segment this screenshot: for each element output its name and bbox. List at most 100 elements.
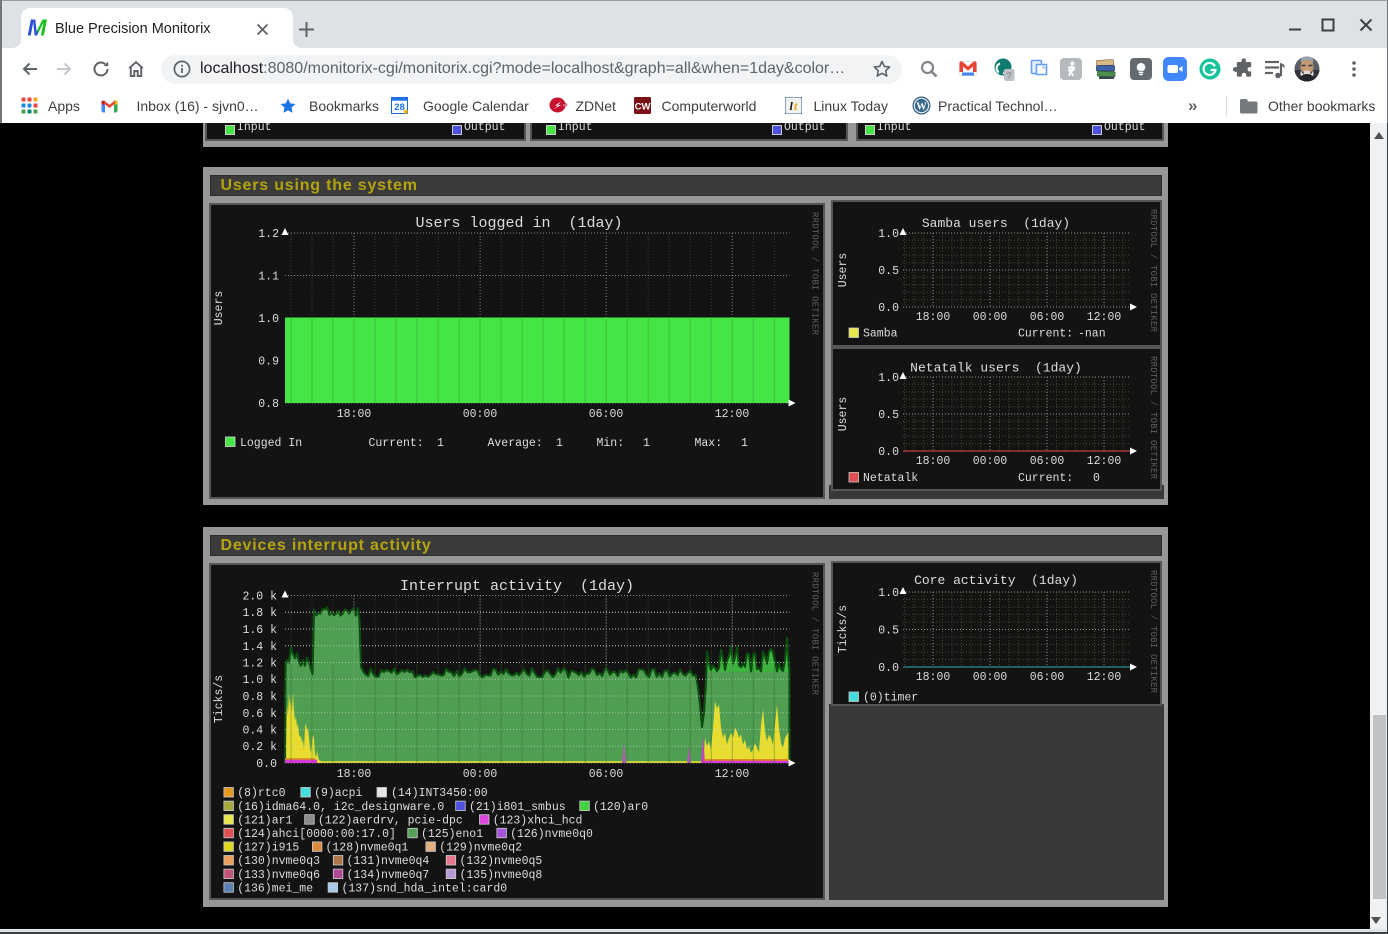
svg-text:00:00: 00:00: [463, 768, 498, 781]
svg-text:0.5: 0.5: [878, 625, 899, 638]
svg-text:1.8 k: 1.8 k: [242, 607, 277, 620]
svg-text:18:00: 18:00: [337, 768, 372, 781]
svg-text:06:00: 06:00: [1030, 671, 1065, 684]
svg-text:1: 1: [437, 437, 444, 450]
svg-text:18:00: 18:00: [916, 671, 951, 684]
svg-text:(14)INT3450:00: (14)INT3450:00: [391, 787, 488, 800]
svg-text:(134)nvme0q7: (134)nvme0q7: [347, 869, 430, 882]
svg-text:06:00: 06:00: [1030, 455, 1065, 468]
svg-text:1.2: 1.2: [258, 228, 279, 241]
svg-text:2.0 k: 2.0 k: [242, 591, 277, 604]
svg-text:00:00: 00:00: [973, 455, 1008, 468]
svg-text:(126)nvme0q0: (126)nvme0q0: [510, 828, 593, 841]
svg-text:06:00: 06:00: [589, 768, 624, 781]
svg-text:18:00: 18:00: [916, 311, 951, 324]
svg-text:NET: NET: [563, 103, 568, 108]
svg-text:Core activity (1day): Core activity (1day): [914, 573, 1078, 588]
svg-text:00:00: 00:00: [463, 408, 498, 421]
svg-text:18:00: 18:00: [337, 408, 372, 421]
svg-text:0.5: 0.5: [878, 265, 899, 278]
svg-text:Users logged in (1day): Users logged in (1day): [415, 215, 622, 232]
svg-text:12:00: 12:00: [1087, 671, 1122, 684]
svg-text:(124)ahci[0000:00:17.0]: (124)ahci[0000:00:17.0]: [237, 828, 396, 841]
svg-text:0.9: 0.9: [258, 356, 279, 369]
svg-text:RRDTOOL / TOBI OETIKER: RRDTOOL / TOBI OETIKER: [1148, 570, 1158, 694]
svg-text:1.4 k: 1.4 k: [242, 641, 277, 654]
svg-text:0.8 k: 0.8 k: [242, 691, 277, 704]
svg-text:Current:: Current:: [369, 437, 424, 450]
svg-text:(133)nvme0q6: (133)nvme0q6: [237, 869, 320, 882]
svg-text:Average:: Average:: [488, 437, 543, 450]
svg-text:18:00: 18:00: [916, 455, 951, 468]
svg-text:00:00: 00:00: [973, 671, 1008, 684]
svg-text:Samba: Samba: [863, 328, 898, 341]
svg-text:(137)snd_hda_intel:card0: (137)snd_hda_intel:card0: [342, 882, 508, 895]
svg-text:(135)nvme0q8: (135)nvme0q8: [460, 869, 543, 882]
svg-text:(125)eno1: (125)eno1: [421, 828, 483, 841]
svg-text:0.0: 0.0: [878, 662, 899, 675]
svg-text:1: 1: [741, 437, 748, 450]
svg-text:M: M: [27, 17, 47, 39]
svg-text:(121)ar1: (121)ar1: [237, 814, 292, 827]
svg-text:12:00: 12:00: [715, 768, 750, 781]
svg-text:(120)ar0: (120)ar0: [593, 801, 648, 814]
svg-text:Current:: Current:: [1018, 328, 1073, 341]
svg-text:(136)mei_me: (136)mei_me: [237, 882, 313, 895]
svg-text:(130)nvme0q3: (130)nvme0q3: [237, 855, 320, 868]
svg-text:CW: CW: [635, 102, 651, 113]
svg-text:1.0: 1.0: [878, 372, 899, 385]
svg-text:(21)i801_smbus: (21)i801_smbus: [469, 801, 566, 814]
svg-text:Max:: Max:: [695, 437, 723, 450]
svg-text:0.0: 0.0: [878, 446, 899, 459]
svg-text:0.4 k: 0.4 k: [242, 725, 277, 738]
svg-text:00:00: 00:00: [973, 311, 1008, 324]
svg-text:(129)nvme0q2: (129)nvme0q2: [439, 842, 522, 855]
svg-text:Min:: Min:: [597, 437, 625, 450]
svg-text:Logged In: Logged In: [240, 437, 302, 450]
svg-text:W: W: [916, 102, 927, 113]
svg-text:Users: Users: [213, 291, 226, 326]
svg-text:0.0: 0.0: [256, 758, 277, 771]
svg-text:(131)nvme0q4: (131)nvme0q4: [347, 855, 430, 868]
svg-text:(127)i915: (127)i915: [237, 842, 299, 855]
svg-text:(0)timer: (0)timer: [863, 692, 918, 704]
svg-text:(9)acpi: (9)acpi: [314, 787, 362, 800]
svg-text:RRDTOOL / TOBI OETIKER: RRDTOOL / TOBI OETIKER: [810, 572, 820, 696]
svg-text:1.1: 1.1: [258, 271, 279, 284]
svg-text:RRDTOOL / TOBI OETIKER: RRDTOOL / TOBI OETIKER: [1148, 209, 1158, 333]
svg-text:0.5: 0.5: [878, 409, 899, 422]
svg-text:1.6 k: 1.6 k: [242, 624, 277, 637]
svg-text:12:00: 12:00: [1087, 311, 1122, 324]
svg-text:(8)rtc0: (8)rtc0: [237, 787, 285, 800]
svg-text:?: ?: [1006, 71, 1012, 82]
svg-text:Users: Users: [837, 253, 850, 288]
svg-text:Interrupt activity (1day): Interrupt activity (1day): [400, 578, 634, 595]
svg-text:Netatalk: Netatalk: [863, 472, 918, 485]
svg-text:0: 0: [1093, 472, 1100, 485]
svg-text:1.2 k: 1.2 k: [242, 658, 277, 671]
svg-text:Samba users (1day): Samba users (1day): [922, 216, 1070, 231]
svg-text:1: 1: [556, 437, 563, 450]
svg-text:06:00: 06:00: [589, 408, 624, 421]
svg-text:12:00: 12:00: [1087, 455, 1122, 468]
svg-text:(16)idma64.0, i2c_designware.0: (16)idma64.0, i2c_designware.0: [237, 801, 444, 814]
svg-text:1.0: 1.0: [878, 228, 899, 241]
svg-text:Current:: Current:: [1018, 472, 1073, 485]
svg-text:Users: Users: [837, 397, 850, 432]
svg-text:0.0: 0.0: [878, 302, 899, 315]
svg-text:RRDTOOL / TOBI OETIKER: RRDTOOL / TOBI OETIKER: [810, 212, 820, 336]
svg-text:0.2 k: 0.2 k: [242, 741, 277, 754]
svg-text:1.0: 1.0: [878, 587, 899, 600]
svg-text:Netatalk users (1day): Netatalk users (1day): [910, 361, 1082, 376]
svg-text:12:00: 12:00: [715, 408, 750, 421]
svg-text:0.6 k: 0.6 k: [242, 708, 277, 721]
svg-text:-nan: -nan: [1078, 328, 1106, 341]
svg-text:1: 1: [643, 437, 650, 450]
svg-text:Ticks/s: Ticks/s: [213, 675, 226, 723]
svg-text:1.0: 1.0: [258, 313, 279, 326]
svg-text:RRDTOOL / TOBI OETIKER: RRDTOOL / TOBI OETIKER: [1148, 356, 1158, 480]
svg-text:(122)aerdrv, pcie-dpc: (122)aerdrv, pcie-dpc: [318, 814, 463, 827]
svg-text:0.8: 0.8: [258, 398, 279, 411]
svg-text:(128)nvme0q1: (128)nvme0q1: [326, 842, 409, 855]
svg-text:06:00: 06:00: [1030, 311, 1065, 324]
